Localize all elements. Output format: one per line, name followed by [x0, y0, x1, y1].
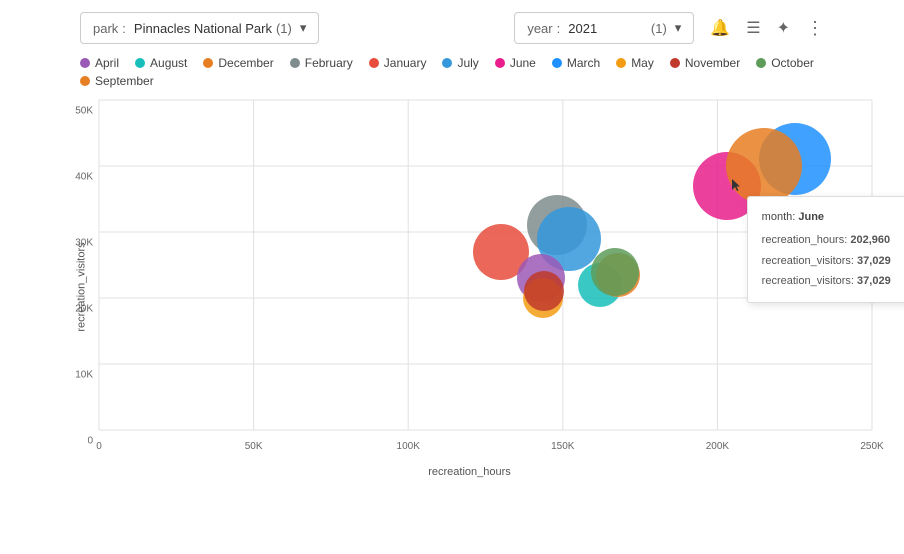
year-filter-value: 2021	[568, 21, 647, 36]
x-tick-label: 0	[96, 441, 102, 452]
year-filter[interactable]: year : 2021 (1) ▾	[514, 12, 694, 44]
legend-item-july: July	[442, 56, 478, 70]
legend-item-march: March	[552, 56, 600, 70]
x-axis-label: recreation_hours	[428, 466, 511, 478]
x-tick-label: 200K	[706, 441, 729, 452]
legend-dot	[80, 76, 90, 86]
tooltip-row1: recreation_hours: 202,960	[762, 230, 904, 251]
legend-item-october: October	[756, 56, 814, 70]
legend-item-june: June	[495, 56, 536, 70]
star-icon[interactable]: ✦	[777, 18, 790, 38]
park-filter[interactable]: park : Pinnacles National Park (1) ▾	[80, 12, 319, 44]
year-filter-count: (1)	[651, 21, 667, 36]
legend-label: August	[150, 56, 187, 70]
y-tick-label: 50K	[75, 106, 93, 117]
legend-label: October	[771, 56, 814, 70]
x-tick-label: 150K	[551, 441, 574, 452]
legend-item-january: January	[369, 56, 427, 70]
legend-label: January	[384, 56, 427, 70]
legend-dot	[442, 58, 452, 68]
x-tick-label: 100K	[397, 441, 420, 452]
y-axis-label: recreation_visitors	[76, 242, 88, 331]
legend-dot	[552, 58, 562, 68]
bubble-october[interactable]	[591, 248, 639, 296]
filter-icon[interactable]: ☰	[746, 18, 760, 38]
legend-dot	[80, 58, 90, 68]
chart-wrapper: recreation_visitors month: June recreati…	[55, 92, 884, 482]
y-tick-label: 10K	[75, 370, 93, 381]
legend-dot	[203, 58, 213, 68]
tooltip-row2: recreation_visitors: 37,029	[762, 251, 904, 272]
bubble-december[interactable]	[726, 128, 802, 204]
legend-dot	[135, 58, 145, 68]
legend-item-may: May	[616, 56, 654, 70]
park-filter-colon: :	[122, 21, 126, 36]
x-tick-label: 250K	[860, 441, 883, 452]
legend-item-november: November	[670, 56, 740, 70]
y-tick-label: 30K	[75, 238, 93, 249]
legend-dot	[495, 58, 505, 68]
more-icon[interactable]: ⋮	[806, 18, 824, 39]
legend-label: June	[510, 56, 536, 70]
year-filter-colon: :	[557, 21, 561, 36]
chart-area: month: June recreation_hours: 202,960 re…	[99, 100, 872, 430]
legend-dot	[369, 58, 379, 68]
bubble-november[interactable]	[524, 271, 564, 311]
legend-label: February	[305, 56, 353, 70]
alarm-icon[interactable]: 🔔	[710, 18, 730, 38]
y-tick-label: 0	[87, 436, 93, 447]
legend-label: September	[95, 74, 154, 88]
legend-dot	[290, 58, 300, 68]
park-filter-chevron: ▾	[300, 20, 307, 36]
legend-item-december: December	[203, 56, 273, 70]
cursor-indicator	[731, 178, 741, 192]
legend-label: November	[685, 56, 740, 70]
tooltip-row3: recreation_visitors: 37,029	[762, 271, 904, 292]
legend-item-august: August	[135, 56, 187, 70]
legend-dot	[756, 58, 766, 68]
legend-label: May	[631, 56, 654, 70]
y-tick-label: 20K	[75, 304, 93, 315]
tooltip-month: month: June	[762, 207, 904, 228]
year-filter-chevron: ▾	[675, 20, 682, 36]
legend-label: April	[95, 56, 119, 70]
legend-area: April August December February January July Ju…	[0, 52, 904, 92]
legend-label: March	[567, 56, 600, 70]
x-tick-label: 50K	[245, 441, 263, 452]
legend-item-april: April	[80, 56, 119, 70]
legend-dot	[670, 58, 680, 68]
tooltip: month: June recreation_hours: 202,960 re…	[747, 196, 904, 304]
park-filter-key: park	[93, 21, 118, 36]
legend-label: December	[218, 56, 273, 70]
legend-item-september: September	[80, 74, 154, 88]
year-filter-key: year	[527, 21, 552, 36]
legend-item-february: February	[290, 56, 353, 70]
y-tick-label: 40K	[75, 172, 93, 183]
park-filter-value: Pinnacles National Park	[134, 21, 272, 36]
legend-label: July	[457, 56, 478, 70]
legend-dot	[616, 58, 626, 68]
park-filter-count: (1)	[276, 21, 292, 36]
top-bar: park : Pinnacles National Park (1) ▾ yea…	[0, 0, 904, 52]
